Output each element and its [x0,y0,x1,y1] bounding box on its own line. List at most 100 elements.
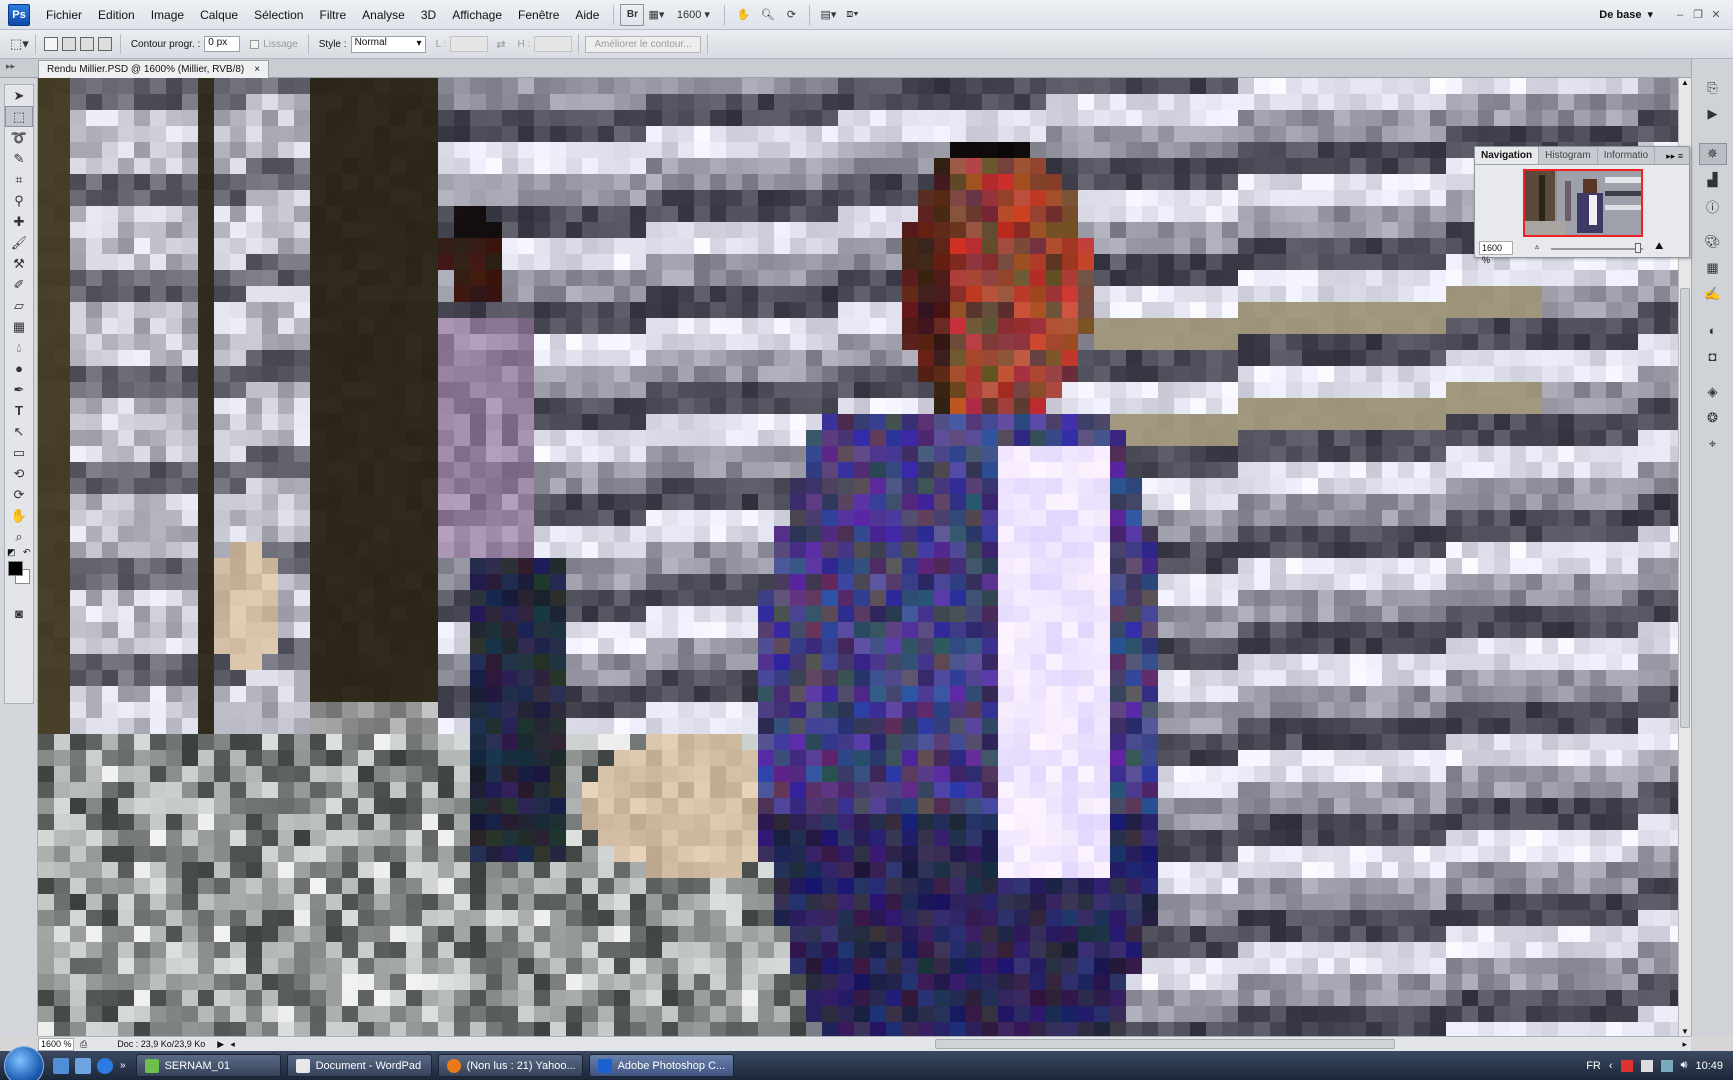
channels-panel-icon[interactable]: ❂ [1699,407,1727,429]
crop-tool-icon[interactable]: ⌗ [5,169,33,190]
zoom-level-dropdown[interactable]: 1600 ▾ [668,4,718,26]
swatches-panel-icon[interactable]: ▦ [1699,257,1727,279]
shape-tool-icon[interactable]: ▭ [5,442,33,463]
navigator-panel-icon[interactable]: ✵ [1698,143,1727,165]
quicklaunch-more-icon[interactable]: » [120,1060,126,1071]
bridge-button[interactable]: Br [620,3,645,26]
tray-antivirus-icon[interactable] [1620,1059,1633,1072]
arrange-documents-icon[interactable]: ▤▾ [816,4,840,26]
width-input[interactable] [450,36,489,52]
zoom-tool-icon[interactable]: 🔍︎ [755,4,779,26]
task-yahoo[interactable]: (Non lus : 21) Yahoo... [437,1054,583,1077]
menu-selection[interactable]: Sélection [246,0,311,30]
scroll-up-icon[interactable]: ▲ [1681,78,1689,87]
language-indicator[interactable]: FR [1586,1060,1601,1072]
gradient-tool-icon[interactable]: ▦ [5,316,33,337]
foreground-color-swatch[interactable] [8,561,23,576]
hand-tool-icon[interactable]: ✋ [5,505,33,526]
tray-volume-icon[interactable]: 🔊︎ [1681,1059,1688,1072]
screen-mode-icon[interactable]: ⧈▾ [840,4,864,26]
navigator-zoom-knob[interactable] [1635,243,1641,253]
brush-tool-icon[interactable]: 🖌︎ [5,232,33,253]
actions-panel-icon[interactable]: ▶ [1699,103,1727,125]
task-photoshop[interactable]: Adobe Photoshop C... [588,1054,734,1077]
menu-image[interactable]: Image [143,0,192,30]
zoom-tool-icon[interactable]: ⌕ [5,526,33,547]
tab-histogram[interactable]: Histogram [1539,147,1598,164]
close-icon[interactable]: ✕ [1707,8,1725,21]
refine-edge-button[interactable]: Améliorer le contour... [585,35,701,53]
tray-expand-icon[interactable]: ‹ [1609,1060,1613,1072]
show-desktop-icon[interactable] [53,1057,69,1074]
zoom-out-icon[interactable]: ▵ [1535,242,1539,251]
add-selection-icon[interactable] [61,37,76,51]
vertical-scroll-thumb[interactable] [1680,288,1690,728]
history-panel-icon[interactable]: ⎘ [1699,77,1727,99]
swap-dimensions-icon[interactable]: ⇄ [496,38,505,51]
lasso-tool-icon[interactable]: ➰ [5,127,33,148]
workspace-chevron-icon[interactable]: ▾ [1647,8,1653,21]
feather-input[interactable]: 0 px [204,36,241,52]
rect-marquee-tool-icon[interactable]: ⬚ [5,106,33,127]
menu-3d[interactable]: 3D [413,0,444,30]
status-menu-icon[interactable]: ▶ [217,1039,224,1050]
blur-tool-icon[interactable]: 💧︎ [5,337,33,358]
intersect-selection-icon[interactable] [97,37,112,51]
horizontal-scroll-thumb[interactable] [934,1038,1395,1049]
restore-icon[interactable]: ❐ [1689,8,1707,21]
status-zoom-input[interactable]: 1600 % [38,1037,74,1051]
styles-panel-icon[interactable]: ✍ [1699,283,1727,305]
eyedropper-tool-icon[interactable]: ⚲ [5,190,33,211]
task-wordpad[interactable]: Document - WordPad [286,1054,432,1077]
workspace-switcher[interactable]: De base [1599,9,1641,21]
spot-healing-tool-icon[interactable]: ✚ [5,211,33,232]
task-sernam[interactable]: SERNAM_01 [135,1054,281,1077]
path-selection-tool-icon[interactable]: ↖ [5,421,33,442]
masks-panel-icon[interactable]: ◘ [1699,345,1727,367]
taskbar-clock[interactable]: 10:49 [1695,1060,1723,1072]
status-export-icon[interactable]: ⎙ [80,1039,87,1050]
tray-network-icon[interactable] [1660,1059,1673,1072]
navigator-zoom-input[interactable]: 1600 % [1479,241,1513,265]
3d-rotate-tool-icon[interactable]: ⟲ [5,463,33,484]
move-tool-icon[interactable]: ➤ [5,85,33,106]
collapse-panels-icon[interactable]: ▸▸ [6,61,15,72]
navigator-zoom-slider[interactable] [1551,248,1643,250]
menu-analyse[interactable]: Analyse [354,0,413,30]
3d-orbit-tool-icon[interactable]: ⟳ [5,484,33,505]
menu-fenetre[interactable]: Fenêtre [510,0,567,30]
style-select[interactable]: Normal [350,35,426,53]
height-input[interactable] [534,36,573,52]
tray-safely-remove-icon[interactable] [1640,1059,1653,1072]
adjustments-panel-icon[interactable]: ◐ [1699,319,1727,341]
paths-panel-icon[interactable]: ⌖ [1699,433,1727,455]
layers-panel-icon[interactable]: ◈ [1699,381,1727,403]
swap-colors-icon[interactable]: ↶ [23,547,31,558]
quick-mask-icon[interactable]: ◙ [5,603,33,624]
eraser-tool-icon[interactable]: ▱ [5,295,33,316]
explorer-icon[interactable] [75,1057,91,1074]
document-tab[interactable]: Rendu Millier.PSD @ 1600% (Millier, RVB/… [38,60,270,78]
internet-explorer-icon[interactable] [97,1057,113,1074]
type-tool-icon[interactable]: T [5,400,33,421]
menu-aide[interactable]: Aide [567,0,607,30]
tab-navigation[interactable]: Navigation [1475,147,1540,164]
navigator-thumbnail[interactable] [1523,169,1643,237]
start-button-icon[interactable] [4,1045,44,1080]
document-tab-close-icon[interactable]: × [254,61,260,78]
clone-stamp-tool-icon[interactable]: ⚒ [5,253,33,274]
menu-fichier[interactable]: Fichier [38,0,90,30]
minimize-icon[interactable]: – [1671,9,1689,21]
color-panel-icon[interactable]: 🎨︎ [1699,231,1727,253]
tab-info[interactable]: Informatio [1598,147,1656,164]
zoom-in-icon[interactable]: ⛰ [1655,241,1663,252]
new-selection-icon[interactable] [43,37,58,51]
view-extras-icon[interactable]: ▦▾ [644,4,668,26]
menu-calque[interactable]: Calque [192,0,246,30]
menu-filtre[interactable]: Filtre [311,0,354,30]
info-panel-icon[interactable]: ⓘ [1699,195,1727,217]
rotate-view-icon[interactable]: ⟳ [779,4,803,26]
panel-menu-icon[interactable]: ▸▸ ≡ [1660,147,1689,164]
document-canvas[interactable] [38,78,1678,1036]
menu-affichage[interactable]: Affichage [444,0,510,30]
